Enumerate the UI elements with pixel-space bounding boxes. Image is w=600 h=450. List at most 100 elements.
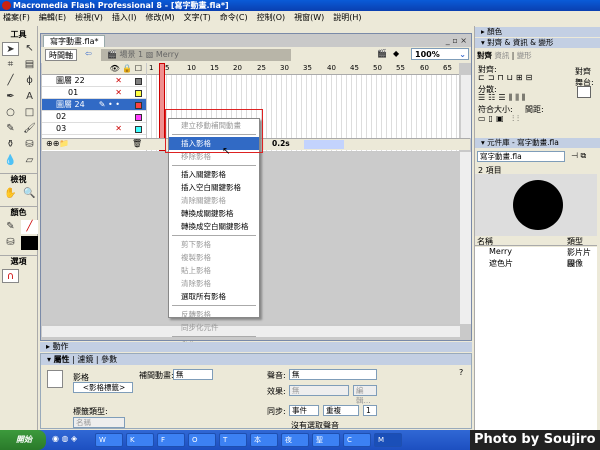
tab-transform[interactable]: 變形	[517, 51, 532, 60]
layer-color-swatch[interactable]	[135, 78, 142, 85]
fill-swatch[interactable]	[21, 236, 38, 250]
document-tab[interactable]: 寫字動畫.fla*	[43, 35, 106, 47]
menu-modify[interactable]: 修改(M)	[145, 12, 174, 24]
library-item[interactable]: Merry 影片片段	[475, 247, 597, 268]
layer-color-swatch[interactable]	[135, 126, 142, 133]
back-arrow-icon[interactable]: ⇦	[85, 49, 92, 58]
taskbar-button[interactable]: T	[219, 433, 247, 447]
snap-magnet-icon[interactable]: ∩	[2, 269, 19, 283]
layer-row[interactable]: 03 ✕	[42, 123, 146, 135]
taskbar-button[interactable]: 夜	[281, 433, 309, 447]
taskbar-button-active[interactable]: M	[374, 433, 402, 447]
tab-info[interactable]: 資訊	[494, 51, 509, 60]
window-controls[interactable]: _ ▫ ×	[446, 36, 467, 45]
layer-color-swatch[interactable]	[135, 114, 142, 121]
stroke-swatch[interactable]: ╱	[21, 220, 38, 234]
start-button[interactable]: 開始	[0, 430, 46, 450]
layer-color-swatch[interactable]	[135, 90, 142, 97]
library-panel-header[interactable]: ▾ 元件庫 - 寫字動畫.fla	[475, 138, 600, 148]
quick-launch-icons[interactable]: ◉ ◍ ◈	[52, 434, 77, 443]
pencil-tool-icon[interactable]: ✎	[2, 122, 19, 136]
symbol-link[interactable]: Merry	[156, 50, 179, 59]
menu-commands[interactable]: 命令(C)	[220, 12, 248, 24]
menu-window[interactable]: 視窗(W)	[294, 12, 324, 24]
taskbar-button[interactable]: 本	[250, 433, 278, 447]
subselection-tool-icon[interactable]: ↖	[21, 42, 38, 56]
actions-panel-header[interactable]: ▸ 動作	[40, 342, 472, 352]
color-panel-header[interactable]: ▸ 顏色	[475, 27, 600, 37]
trash-icon[interactable]: 🗑	[132, 139, 142, 148]
menu-file[interactable]: 檔案(F)	[3, 12, 30, 24]
fill-color-icon[interactable]: ⛁	[2, 236, 19, 250]
taskbar-button[interactable]: O	[188, 433, 216, 447]
stroke-color-icon[interactable]: ✎	[2, 220, 19, 234]
taskbar-button[interactable]: F	[157, 433, 185, 447]
pen-tool-icon[interactable]: ✒	[2, 90, 19, 104]
layer-row[interactable]: 01 ✕	[42, 87, 146, 99]
edit-scene-icon[interactable]: 🎬	[377, 49, 387, 58]
add-layer-icons[interactable]: ⊕⊕📁	[46, 139, 69, 148]
paint-bucket-icon[interactable]: ⛁	[21, 138, 38, 152]
sync-select[interactable]: 事件	[289, 405, 319, 416]
pin-icon[interactable]: ⊣ ⧉	[571, 151, 586, 161]
stage-vscrollbar[interactable]	[460, 152, 471, 324]
sound-select[interactable]: 無	[289, 369, 377, 380]
tab-properties[interactable]: 屬性	[54, 355, 70, 364]
tab-filters[interactable]: 濾鏡	[77, 355, 93, 364]
menu-control[interactable]: 控制(O)	[257, 12, 286, 24]
help-icon[interactable]: ?	[459, 368, 463, 377]
layer-color-swatch[interactable]	[135, 102, 142, 109]
lasso-tool-icon[interactable]: ϕ	[21, 74, 38, 88]
line-tool-icon[interactable]: ╱	[2, 74, 19, 88]
menu-item-convert-to-keyframes[interactable]: 轉換成關鍵影格	[169, 207, 259, 220]
eyedropper-icon[interactable]: 💧	[2, 154, 19, 168]
library-item[interactable]: 遮色片 圖像	[475, 258, 597, 269]
tab-align[interactable]: 對齊	[477, 51, 492, 60]
taskbar-button[interactable]: C	[343, 433, 371, 447]
repeat-select[interactable]: 重複	[323, 405, 359, 416]
menu-item-convert-to-blank-keyframes[interactable]: 轉換成空白關鍵影格	[169, 220, 259, 233]
edit-symbol-icon[interactable]: ◆	[393, 49, 399, 58]
menu-item-select-all-frames[interactable]: 選取所有影格	[169, 290, 259, 303]
hand-tool-icon[interactable]: ✋	[2, 187, 19, 201]
hidden-x-icon[interactable]: ✕	[115, 75, 122, 87]
zoom-tool-icon[interactable]: 🔍	[21, 187, 38, 201]
rectangle-tool-icon[interactable]: □	[21, 106, 38, 120]
layer-row[interactable]: 02	[42, 111, 146, 123]
align-buttons[interactable]: ⊏⊐⊓⊔⊞⊟	[478, 73, 535, 82]
taskbar-button[interactable]: K	[126, 433, 154, 447]
menu-edit[interactable]: 編輯(E)	[39, 12, 66, 24]
menu-item-insert-blank-keyframe[interactable]: 插入空白關鍵影格	[169, 181, 259, 194]
distribute-buttons[interactable]: ☰☷☰⫼⫼⫼	[478, 93, 529, 103]
taskbar-button[interactable]: 聖	[312, 433, 340, 447]
col-type[interactable]: 類型	[567, 236, 583, 247]
taskbar-button[interactable]: W	[95, 433, 123, 447]
frame-name-input[interactable]: <影格標籤>	[73, 382, 133, 393]
ink-bottle-icon[interactable]: ⚱	[2, 138, 19, 152]
match-size-buttons[interactable]: ▭▯▣ ⫶⫶	[478, 114, 522, 124]
frame-ruler[interactable]: 1 5 10 15 20 25 30 35 40 45 50 55 60 65	[147, 63, 459, 75]
menu-text[interactable]: 文字(T)	[184, 12, 211, 24]
tween-select[interactable]: 無	[173, 369, 213, 380]
timeline-hscrollbar[interactable]	[304, 140, 344, 149]
tab-parameters[interactable]: 參數	[101, 355, 117, 364]
gradient-transform-icon[interactable]: ▤	[21, 58, 38, 72]
brush-tool-icon[interactable]: 🖌	[21, 122, 38, 136]
free-transform-icon[interactable]: ⌗	[2, 58, 19, 72]
hidden-x-icon[interactable]: ✕	[115, 123, 122, 135]
timeline-button[interactable]: 時間軸	[45, 49, 77, 61]
repeat-count-input[interactable]: 1	[363, 405, 377, 416]
layer-row[interactable]: 圖層 22 ✕	[42, 75, 146, 87]
text-tool-icon[interactable]: A	[21, 90, 38, 104]
to-stage-button[interactable]	[577, 86, 591, 98]
selection-tool-icon[interactable]: ➤	[2, 42, 19, 56]
timeline-vscrollbar[interactable]	[460, 75, 471, 138]
scene-link[interactable]: 場景 1	[120, 50, 144, 59]
zoom-select[interactable]: 100% ⌄	[411, 48, 469, 60]
menu-item-insert-keyframe[interactable]: 插入關鍵影格	[169, 168, 259, 181]
oval-tool-icon[interactable]: ○	[2, 106, 19, 120]
menu-view[interactable]: 檢視(V)	[75, 12, 103, 24]
align-panel-header[interactable]: ▾ 對齊 & 資訊 & 變形	[475, 38, 600, 48]
hidden-x-icon[interactable]: ✕	[115, 87, 122, 99]
col-name[interactable]: 名稱	[477, 236, 493, 247]
